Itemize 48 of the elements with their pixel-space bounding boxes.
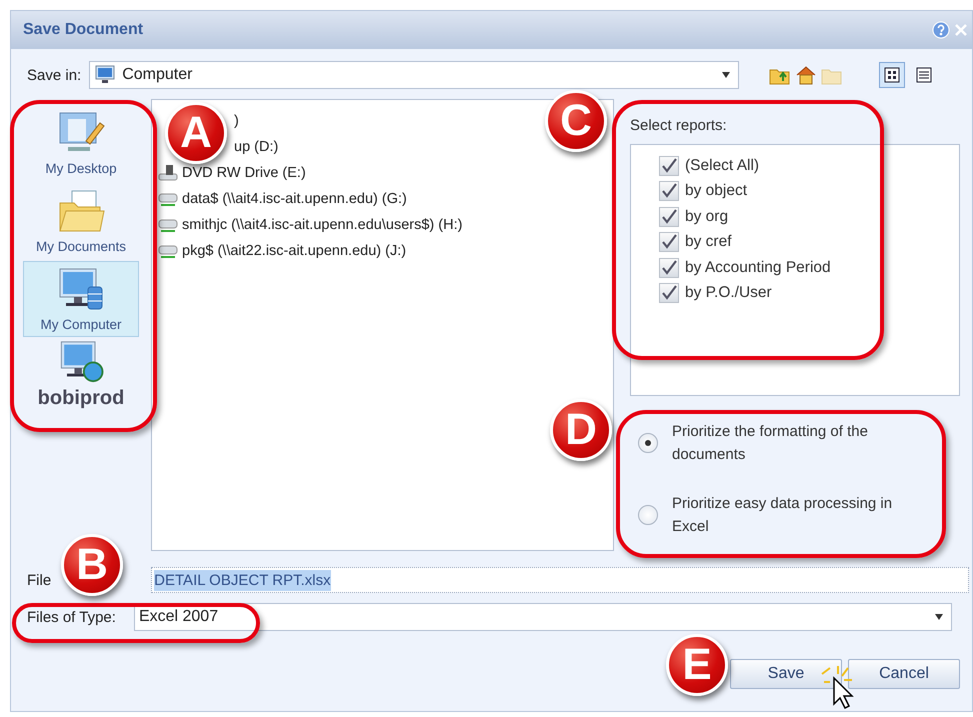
file-type-dropdown[interactable]: Excel 2007 bbox=[134, 603, 952, 631]
dropdown-caret-icon[interactable] bbox=[722, 72, 730, 78]
list-view-icon bbox=[916, 67, 932, 83]
checkbox-label: (Select All) bbox=[685, 156, 760, 175]
place-shortcut[interactable]: My Desktop bbox=[23, 105, 139, 181]
place-shortcut[interactable]: bobiprod bbox=[23, 339, 139, 415]
select-reports-label: Select reports: bbox=[630, 117, 728, 134]
radio-label: Prioritize the formatting of the documents bbox=[672, 422, 869, 465]
checkbox[interactable] bbox=[659, 258, 679, 278]
checkbox[interactable] bbox=[659, 232, 679, 252]
file-item[interactable]: ) bbox=[234, 112, 239, 128]
file-type-label: Files of Type: bbox=[27, 608, 116, 626]
view-toggle-button[interactable] bbox=[879, 62, 906, 88]
grid-view-icon bbox=[884, 67, 900, 83]
file-item[interactable]: pkg$ (\\ait22.isc-ait.upenn.edu) (J:) bbox=[182, 242, 406, 258]
computer-icon bbox=[94, 65, 116, 85]
network-drive-icon bbox=[158, 216, 178, 232]
radio-label: Prioritize easy data processing in Excel bbox=[672, 494, 894, 537]
place-shortcut[interactable]: My Documents bbox=[23, 183, 139, 259]
file-name-label: File bbox=[27, 572, 52, 588]
checkbox-label: by cref bbox=[685, 233, 732, 252]
checkbox[interactable] bbox=[659, 156, 679, 176]
network-drive-icon bbox=[158, 190, 178, 206]
save-in-dropdown[interactable]: Computer bbox=[89, 61, 740, 89]
network-drive-icon bbox=[158, 242, 178, 258]
checkbox-label: by P.O./User bbox=[685, 284, 772, 302]
save-in-label: Save in: bbox=[27, 66, 82, 84]
window-title: Save Document bbox=[23, 21, 144, 39]
checkbox[interactable] bbox=[659, 206, 679, 227]
checkbox-label: by object bbox=[685, 182, 748, 200]
file-item[interactable]: smithjc (\\ait4.isc-ait.upenn.edu\users$) (H:) bbox=[182, 216, 462, 232]
file-item[interactable]: DVD RW Drive (E:) bbox=[182, 164, 306, 180]
save-button[interactable]: Save bbox=[730, 659, 842, 689]
dvd-drive-icon bbox=[158, 164, 178, 182]
checkbox[interactable] bbox=[659, 283, 679, 304]
place-shortcut[interactable]: My Computer bbox=[23, 261, 139, 337]
checkbox-label: by org bbox=[685, 208, 728, 226]
checkbox[interactable] bbox=[659, 181, 679, 202]
cancel-button[interactable]: Cancel bbox=[848, 659, 960, 689]
checkbox-label: by Accounting Period bbox=[685, 258, 831, 277]
dropdown-caret-icon[interactable] bbox=[934, 614, 943, 620]
help-icon[interactable] bbox=[932, 21, 950, 39]
home-icon[interactable] bbox=[795, 65, 818, 85]
file-name-field[interactable]: DETAIL OBJECT RPT.xlsx bbox=[151, 567, 970, 593]
file-item[interactable]: data$ (\\ait4.isc-ait.upenn.edu) (G:) bbox=[182, 190, 407, 206]
file-item[interactable]: up (D:) bbox=[234, 138, 278, 154]
radio-button[interactable] bbox=[638, 433, 658, 453]
radio-button[interactable] bbox=[638, 505, 658, 525]
